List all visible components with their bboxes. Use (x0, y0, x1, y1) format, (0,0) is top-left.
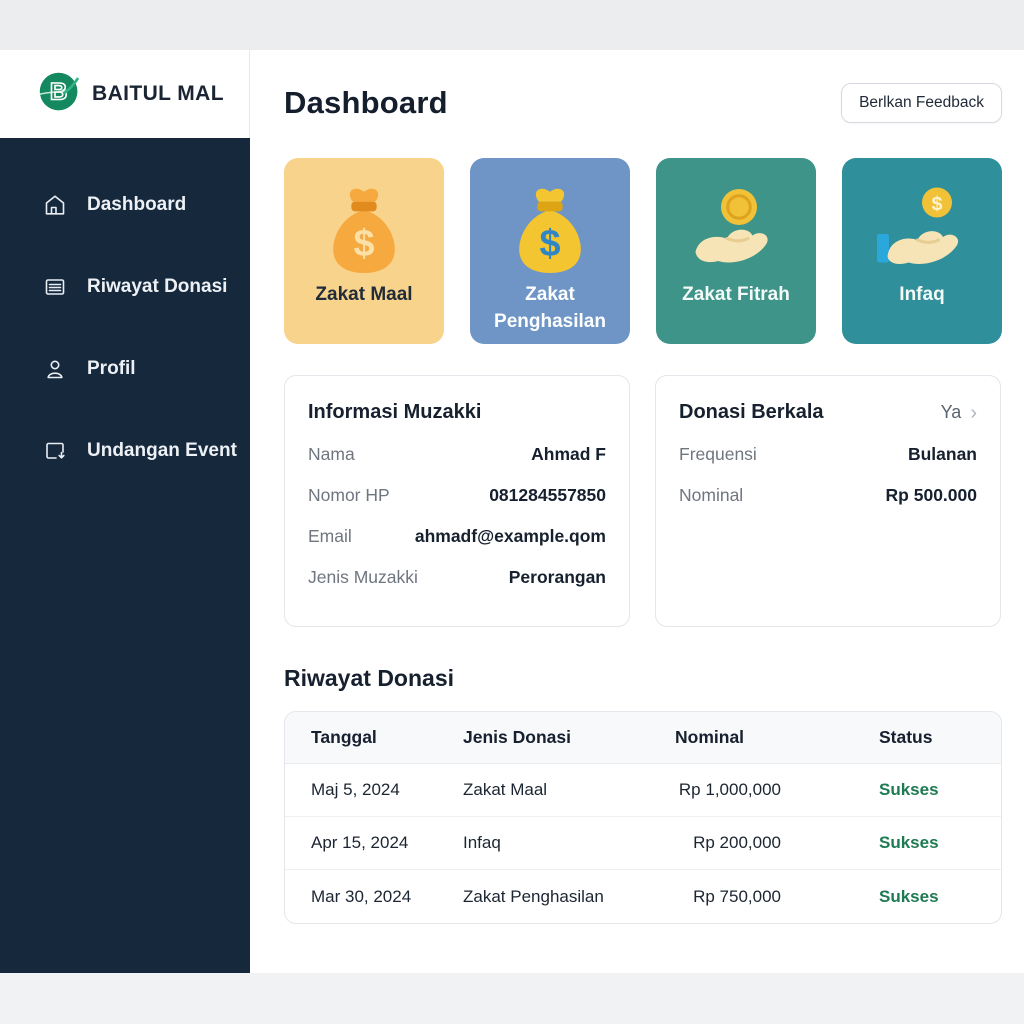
muzakki-card-title: Informasi Muzakki (308, 401, 481, 424)
svg-text:$: $ (539, 223, 560, 265)
chevron-right-icon: › (970, 403, 977, 423)
cell-jenis: Infaq (463, 833, 675, 853)
berkala-toggle-value: Ya (941, 402, 962, 423)
sidebar-item-riwayat-donasi[interactable]: Riwayat Donasi (0, 246, 250, 328)
cell-tanggal: Mar 30, 2024 (311, 887, 463, 907)
card-zakat-penghasilan[interactable]: $ Zakat Penghasilan (470, 158, 630, 344)
user-icon (42, 356, 68, 382)
sidebar-item-undangan-event[interactable]: Undangan Event (0, 410, 250, 492)
feedback-button[interactable]: Berlkan Feedback (841, 83, 1002, 123)
info-cards-row: Informasi Muzakki Nama Ahmad F Nomor HP … (284, 375, 1002, 627)
document-icon (42, 274, 68, 300)
sidebar-item-label: Dashboard (87, 194, 186, 216)
berkala-row-nominal: Nominal Rp 500.000 (679, 485, 977, 506)
sidebar-item-profil[interactable]: Profil (0, 328, 250, 410)
table-header-row: Tanggal Jenis Donasi Nominal Status (285, 712, 1001, 764)
calendar-event-icon (42, 438, 68, 464)
money-bag-icon: $ (322, 180, 406, 282)
cell-nominal: Rp 1,000,000 (675, 780, 879, 800)
table-row: Mar 30, 2024 Zakat Penghasilan Rp 750,00… (285, 870, 1001, 923)
riwayat-section-title: Riwayat Donasi (284, 665, 1002, 692)
brand-logo-icon: B (38, 70, 81, 118)
brand-header: B BAITUL MAL (0, 50, 250, 138)
sidebar-item-label: Riwayat Donasi (87, 276, 227, 298)
category-card-label: Zakat Maal (307, 282, 420, 309)
table-row: Maj 5, 2024 Zakat Maal Rp 1,000,000 Suks… (285, 764, 1001, 817)
top-letterbox (0, 0, 1024, 50)
category-card-label: Zakat Penghasilan (470, 282, 630, 336)
sidebar-nav: Dashboard Riwayat Donasi Profil Undangan… (0, 138, 250, 973)
hand-coin-dollar-icon: $ (874, 180, 970, 282)
berkala-card-title: Donasi Berkala (679, 401, 824, 424)
cell-nominal: Rp 200,000 (675, 833, 879, 853)
category-card-label: Infaq (891, 282, 952, 309)
svg-text:$: $ (353, 223, 374, 265)
column-header-nominal: Nominal (675, 727, 879, 748)
column-header-tanggal: Tanggal (311, 727, 463, 748)
money-bag-icon: $ (508, 180, 592, 282)
home-icon (42, 192, 68, 218)
berkala-toggle[interactable]: Ya › (941, 402, 977, 423)
muzakki-row-nomor-hp: Nomor HP 081284557850 (308, 485, 606, 506)
card-infaq[interactable]: $ Infaq (842, 158, 1002, 344)
status-badge: Sukses (879, 833, 975, 853)
category-card-label: Zakat Fitrah (674, 282, 798, 309)
cell-tanggal: Apr 15, 2024 (311, 833, 463, 853)
bottom-letterbox (0, 973, 1024, 1024)
column-header-status: Status (879, 727, 975, 748)
sidebar-item-label: Undangan Event (87, 440, 237, 462)
muzakki-row-jenis: Jenis Muzakki Perorangan (308, 567, 606, 588)
card-zakat-fitrah[interactable]: Zakat Fitrah (656, 158, 816, 344)
page-title: Dashboard (284, 85, 448, 121)
muzakki-row-email: Email ahmadf@example.qom (308, 526, 606, 547)
donasi-berkala-card: Donasi Berkala Ya › Frequensi Bulanan No… (655, 375, 1001, 627)
cell-tanggal: Maj 5, 2024 (311, 780, 463, 800)
category-cards-row: $ Zakat Maal $ Zakat Penghasilan (284, 158, 1002, 344)
informasi-muzakki-card: Informasi Muzakki Nama Ahmad F Nomor HP … (284, 375, 630, 627)
cell-jenis: Zakat Penghasilan (463, 887, 675, 907)
sidebar-item-label: Profil (87, 358, 136, 380)
sidebar-item-dashboard[interactable]: Dashboard (0, 164, 250, 246)
main-content: Dashboard Berlkan Feedback $ Zakat Maal (250, 50, 1024, 973)
app-frame: B BAITUL MAL Dashboard Riwayat Donasi (0, 50, 1024, 973)
card-zakat-maal[interactable]: $ Zakat Maal (284, 158, 444, 344)
main-header: Dashboard Berlkan Feedback (284, 83, 1002, 123)
cell-nominal: Rp 750,000 (675, 887, 879, 907)
riwayat-table: Tanggal Jenis Donasi Nominal Status Maj … (284, 711, 1002, 924)
muzakki-row-nama: Nama Ahmad F (308, 444, 606, 465)
cell-jenis: Zakat Maal (463, 780, 675, 800)
status-badge: Sukses (879, 887, 975, 907)
sidebar: B BAITUL MAL Dashboard Riwayat Donasi (0, 50, 250, 973)
table-row: Apr 15, 2024 Infaq Rp 200,000 Sukses (285, 817, 1001, 870)
column-header-jenis: Jenis Donasi (463, 727, 675, 748)
svg-text:$: $ (932, 193, 943, 215)
status-badge: Sukses (879, 780, 975, 800)
hand-coin-icon (688, 180, 784, 282)
berkala-row-frequensi: Frequensi Bulanan (679, 444, 977, 465)
brand-name: BAITUL MAL (92, 82, 224, 106)
